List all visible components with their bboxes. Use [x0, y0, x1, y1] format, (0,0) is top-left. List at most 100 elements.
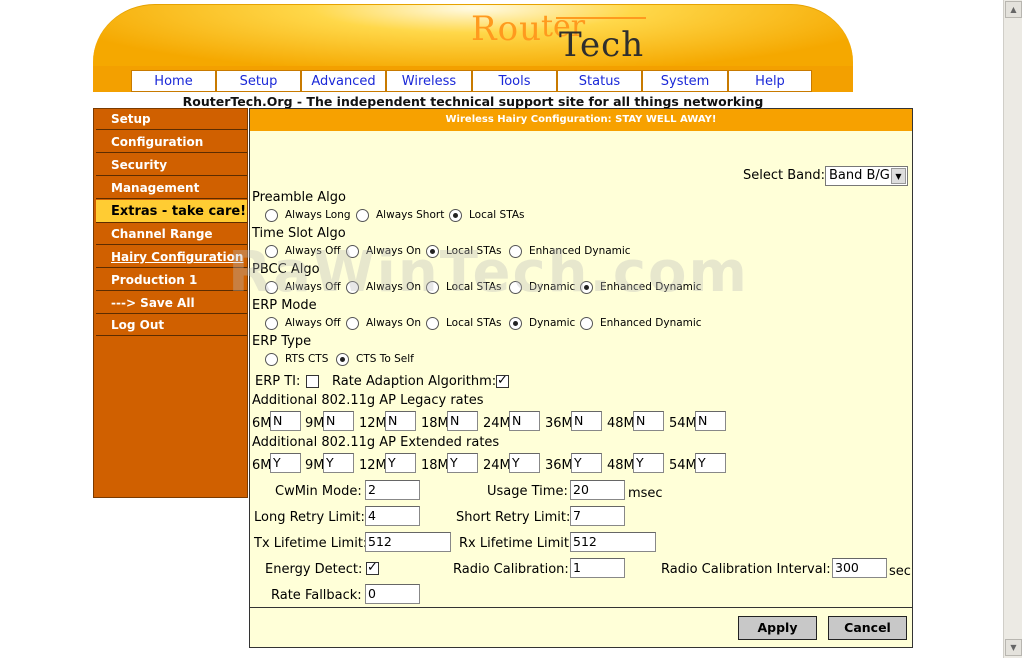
radio-calibration-input[interactable]: 1 — [570, 558, 625, 578]
preamble-algo-label: Preamble Algo — [252, 190, 347, 205]
extended-rate-18m-input[interactable]: Y — [447, 453, 478, 473]
legacy-rate-36m-input[interactable]: N — [571, 411, 602, 431]
cancel-button[interactable]: Cancel — [828, 616, 907, 640]
nav-system[interactable]: System — [642, 70, 728, 92]
extended-rate-54m-input[interactable]: Y — [695, 453, 726, 473]
extended-rate-6m-input[interactable]: Y — [270, 453, 301, 473]
extended-rate-36m-label: 36M — [545, 458, 573, 473]
pbcc-always-on-radio[interactable] — [346, 281, 359, 294]
panel-title: Wireless Hairy Configuration: STAY WELL … — [250, 109, 912, 131]
rx-lifetime-limit-input[interactable]: 512 — [570, 532, 656, 552]
extended-rate-12m-input[interactable]: Y — [385, 453, 416, 473]
legacy-rate-24m-input[interactable]: N — [509, 411, 540, 431]
erpmode-always-off-radio[interactable] — [265, 317, 278, 330]
erp-ti-label: ERP TI: — [255, 374, 301, 389]
preamble-local-stas-radio[interactable] — [449, 209, 462, 222]
vertical-scrollbar[interactable]: ▲ ▼ — [1003, 0, 1022, 658]
erptype-cts-to-self-radio[interactable] — [336, 353, 349, 366]
preamble-always-short-radio[interactable] — [356, 209, 369, 222]
erptype-rts-cts-radio[interactable] — [265, 353, 278, 366]
radio-calibration-interval-input[interactable]: 300 — [832, 558, 887, 578]
erpmode-enhanced-dynamic-radio[interactable] — [580, 317, 593, 330]
nav-status[interactable]: Status — [557, 70, 642, 92]
nav-help[interactable]: Help — [728, 70, 812, 92]
erpmode-local-stas-radio[interactable] — [426, 317, 439, 330]
erpmode-always-off-label: Always Off — [285, 317, 341, 329]
tx-lifetime-limit-input[interactable]: 512 — [365, 532, 451, 552]
timeslot-always-off-radio[interactable] — [265, 245, 278, 258]
erp-type-label: ERP Type — [252, 334, 312, 349]
nav-setup[interactable]: Setup — [216, 70, 301, 92]
erpmode-always-on-radio[interactable] — [346, 317, 359, 330]
panel-divider — [250, 607, 912, 608]
extended-rate-24m-input[interactable]: Y — [509, 453, 540, 473]
timeslot-always-on-radio[interactable] — [346, 245, 359, 258]
select-band-dropdown[interactable]: Band B/G ▼ — [825, 166, 908, 186]
short-retry-limit-input[interactable]: 7 — [570, 506, 625, 526]
sidebar-item-extras[interactable]: Extras - take care! — [96, 200, 247, 223]
pbcc-always-on-label: Always On — [366, 281, 422, 293]
nav-wireless[interactable]: Wireless — [386, 70, 472, 92]
radio-calibration-interval-label: Radio Calibration Interval: — [661, 562, 831, 577]
cwmin-mode-input[interactable]: 2 — [365, 480, 420, 500]
time-slot-algo-label: Time Slot Algo — [252, 226, 346, 241]
legacy-rate-48m-input[interactable]: N — [633, 411, 664, 431]
legacy-rates-label: Additional 802.11g AP Legacy rates — [252, 393, 484, 408]
scroll-down-icon[interactable]: ▼ — [1005, 639, 1022, 656]
nav-tools[interactable]: Tools — [472, 70, 557, 92]
pbcc-dynamic-radio[interactable] — [509, 281, 522, 294]
sidebar-item-hairy-configuration[interactable]: Hairy Configuration — [96, 247, 247, 268]
chevron-down-icon: ▼ — [891, 168, 906, 184]
legacy-rate-18m-input[interactable]: N — [447, 411, 478, 431]
pbcc-always-off-radio[interactable] — [265, 281, 278, 294]
preamble-always-long-label: Always Long — [285, 209, 351, 221]
nav-advanced[interactable]: Advanced — [301, 70, 386, 92]
rate-fallback-input[interactable]: 0 — [365, 584, 420, 604]
legacy-rate-36m-label: 36M — [545, 416, 573, 431]
legacy-rate-54m-label: 54M — [669, 416, 697, 431]
pbcc-local-stas-label: Local STAs — [446, 281, 502, 293]
usage-time-unit: msec — [628, 486, 663, 501]
sidebar-item-configuration[interactable]: Configuration — [96, 132, 247, 153]
scroll-up-icon[interactable]: ▲ — [1005, 1, 1022, 18]
energy-detect-checkbox[interactable]: ✓ — [366, 561, 379, 575]
sidebar-item-channel-range[interactable]: Channel Range — [96, 224, 247, 245]
sidebar-item-management[interactable]: Management — [96, 178, 247, 199]
sidebar-item-production[interactable]: Production 1 — [96, 270, 247, 291]
apply-button[interactable]: Apply — [738, 616, 817, 640]
extended-rate-48m-label: 48M — [607, 458, 635, 473]
usage-time-input[interactable]: 20 — [570, 480, 625, 500]
pbcc-local-stas-radio[interactable] — [426, 281, 439, 294]
extended-rate-48m-input[interactable]: Y — [633, 453, 664, 473]
rate-fallback-label: Rate Fallback: — [271, 588, 362, 603]
extended-rates-label: Additional 802.11g AP Extended rates — [252, 435, 500, 450]
legacy-rate-9m-input[interactable]: N — [323, 411, 354, 431]
sidebar-item-setup[interactable]: Setup — [96, 109, 247, 130]
rate-adaption-checkbox[interactable]: ✓ — [496, 374, 509, 388]
timeslot-always-off-label: Always Off — [285, 245, 341, 257]
nav-home[interactable]: Home — [131, 70, 216, 92]
rx-lifetime-limit-label: Rx Lifetime Limit: — [459, 536, 574, 551]
erp-ti-checkbox[interactable] — [306, 375, 319, 388]
timeslot-enhanced-dynamic-radio[interactable] — [509, 245, 522, 258]
extended-rate-36m-input[interactable]: Y — [571, 453, 602, 473]
erpmode-local-stas-label: Local STAs — [446, 317, 502, 329]
pbcc-enhanced-dynamic-radio[interactable] — [580, 281, 593, 294]
preamble-always-long-radio[interactable] — [265, 209, 278, 222]
sidebar-item-log-out[interactable]: Log Out — [96, 315, 247, 336]
extended-rate-6m-label: 6M — [252, 458, 272, 473]
legacy-rate-12m-input[interactable]: N — [385, 411, 416, 431]
legacy-rate-9m-label: 9M — [305, 416, 325, 431]
legacy-rate-6m-input[interactable]: N — [270, 411, 301, 431]
extended-rate-9m-input[interactable]: Y — [323, 453, 354, 473]
preamble-local-stas-label: Local STAs — [469, 209, 525, 221]
long-retry-limit-input[interactable]: 4 — [365, 506, 420, 526]
top-nav: Home Setup Advanced Wireless Tools Statu… — [93, 66, 853, 92]
extended-rate-24m-label: 24M — [483, 458, 511, 473]
legacy-rate-54m-input[interactable]: N — [695, 411, 726, 431]
sidebar-item-security[interactable]: Security — [96, 155, 247, 176]
tx-lifetime-limit-label: Tx Lifetime Limit: — [254, 536, 368, 551]
erpmode-dynamic-radio[interactable] — [509, 317, 522, 330]
timeslot-local-stas-radio[interactable] — [426, 245, 439, 258]
sidebar-item-save-all[interactable]: ---> Save All — [96, 293, 247, 314]
